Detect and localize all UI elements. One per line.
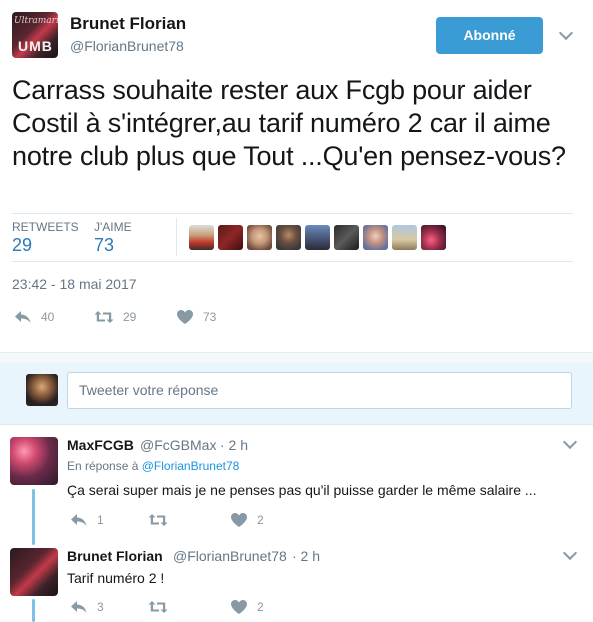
retweets-count[interactable]: 29 — [12, 235, 32, 256]
reply-action[interactable]: 1 — [70, 512, 104, 528]
author-name[interactable]: Brunet Florian — [70, 14, 186, 34]
liker-avatar[interactable] — [218, 225, 243, 250]
author-avatar[interactable]: Ultramarines UMB — [12, 12, 58, 58]
retweet-action[interactable] — [148, 512, 177, 528]
heart-icon — [231, 513, 247, 527]
reply-author-handle[interactable]: @FcGBMax — [140, 437, 216, 453]
likes-label: J'AIME — [94, 220, 132, 234]
reply-icon — [71, 514, 87, 526]
liker-avatar[interactable] — [276, 225, 301, 250]
like-count: 2 — [257, 513, 264, 527]
retweet-icon — [148, 601, 168, 613]
liker-avatar[interactable] — [392, 225, 417, 250]
reply-icon — [15, 311, 31, 323]
author-handle[interactable]: @FlorianBrunet78 — [70, 38, 184, 54]
reply-author-handle[interactable]: @FlorianBrunet78 — [173, 548, 287, 564]
liker-avatar[interactable] — [305, 225, 330, 250]
divider — [12, 213, 573, 214]
retweet-icon — [148, 514, 168, 526]
reply-count: 3 — [97, 600, 104, 614]
reply-time[interactable]: · 2 h — [220, 437, 248, 453]
in-reply-to: En réponse à @FlorianBrunet78 — [67, 459, 239, 473]
divider — [176, 218, 177, 256]
reply-action[interactable]: 3 — [70, 599, 104, 615]
reply-icon — [71, 601, 87, 613]
reply-avatar[interactable] — [10, 437, 58, 485]
reply-input[interactable]: Tweeter votre réponse — [67, 372, 572, 409]
thread-connector — [32, 599, 35, 622]
chevron-down-icon[interactable] — [562, 545, 578, 561]
liker-avatar[interactable] — [363, 225, 388, 250]
like-count: 73 — [203, 310, 217, 324]
thread-connector — [32, 489, 35, 545]
reply-text: Ça serai super mais je ne penses pas qu'… — [67, 482, 537, 498]
retweet-action[interactable] — [148, 599, 177, 615]
retweet-count: 29 — [123, 310, 137, 324]
liker-avatar[interactable] — [189, 225, 214, 250]
current-user-avatar — [26, 374, 58, 406]
chevron-down-icon[interactable] — [558, 25, 574, 41]
reply-avatar[interactable] — [10, 548, 58, 596]
reply-count: 40 — [41, 310, 55, 324]
reply-action[interactable]: 40 — [14, 309, 54, 325]
like-action[interactable]: 73 — [176, 309, 216, 325]
like-action[interactable]: 2 — [230, 599, 264, 615]
main-tweet: Ultramarines UMB Brunet Florian @Florian… — [0, 0, 593, 352]
retweets-label: RETWEETS — [12, 220, 79, 234]
like-count: 2 — [257, 600, 264, 614]
liker-avatar[interactable] — [247, 225, 272, 250]
tweet-text: Carrass souhaite rester aux Fcgb pour ai… — [12, 75, 566, 171]
in-reply-prefix: En réponse à — [67, 459, 139, 473]
avatar-logo-text: Ultramarines — [14, 16, 58, 26]
section-separator — [0, 352, 593, 363]
retweet-icon — [94, 311, 114, 323]
timestamp[interactable]: 23:42 - 18 mai 2017 — [12, 276, 137, 292]
liker-avatar[interactable] — [421, 225, 446, 250]
reply-author-name[interactable]: MaxFCGB — [67, 437, 134, 453]
reply-text: Tarif numéro 2 ! — [67, 570, 165, 586]
liker-avatar[interactable] — [334, 225, 359, 250]
retweet-action[interactable]: 29 — [94, 309, 136, 325]
reply-author-name[interactable]: Brunet Florian — [67, 548, 163, 564]
chevron-down-icon[interactable] — [562, 434, 578, 450]
divider — [12, 261, 573, 262]
reply-count: 1 — [97, 513, 104, 527]
avatar-logo-big: UMB — [18, 38, 53, 54]
like-action[interactable]: 2 — [230, 512, 264, 528]
heart-icon — [177, 310, 193, 324]
reply-time[interactable]: · 2 h — [292, 548, 320, 564]
in-reply-handle-link[interactable]: @FlorianBrunet78 — [142, 459, 240, 473]
following-button[interactable]: Abonné — [436, 17, 543, 54]
heart-icon — [231, 600, 247, 614]
likes-count[interactable]: 73 — [94, 235, 114, 256]
